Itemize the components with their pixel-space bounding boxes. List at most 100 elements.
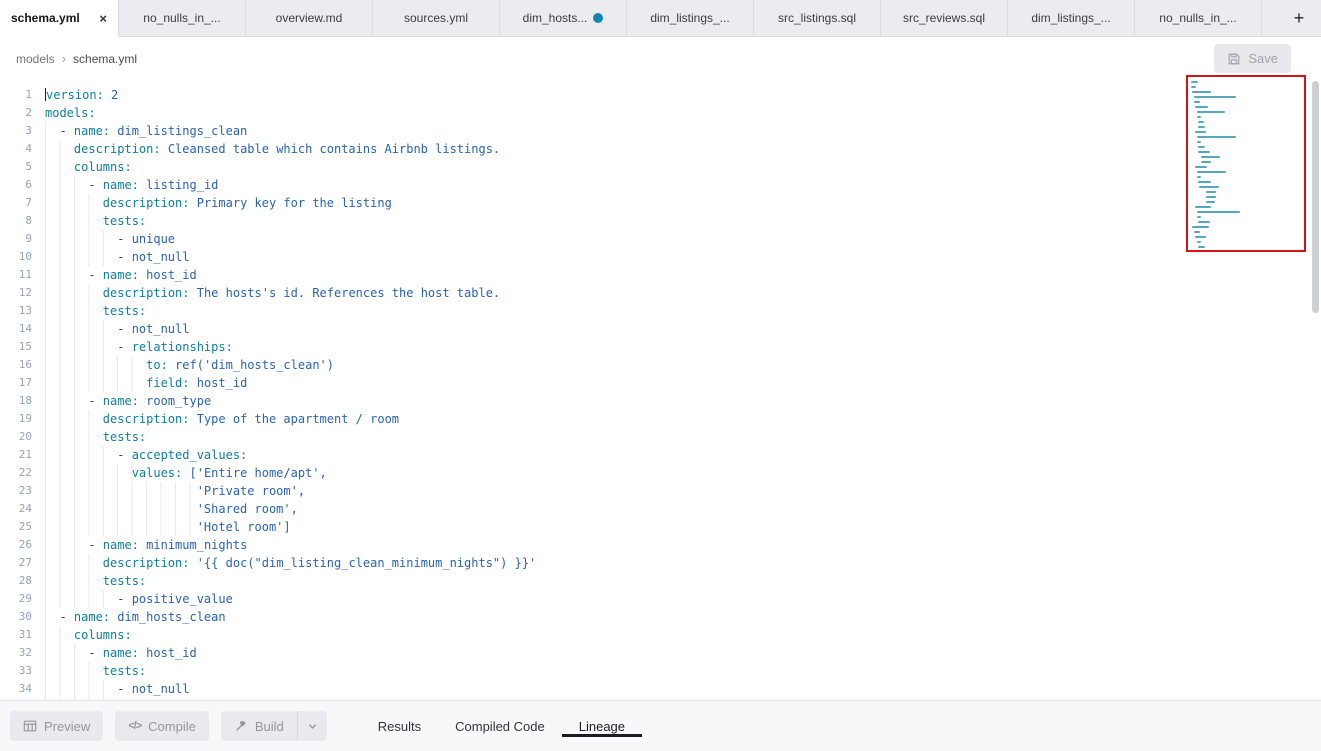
minimap-line — [1198, 151, 1210, 153]
indent-guides — [45, 122, 59, 140]
line-number: 27 — [0, 554, 45, 572]
line-number: 21 — [0, 446, 45, 464]
indent-guides — [45, 572, 103, 590]
indent-guides — [45, 248, 117, 266]
line-number: 15 — [0, 338, 45, 356]
line-number: 16 — [0, 356, 45, 374]
save-button-label: Save — [1248, 51, 1278, 66]
compile-button[interactable]: </> Compile — [115, 711, 209, 741]
indent-guides — [45, 536, 88, 554]
line-number: 22 — [0, 464, 45, 482]
minimap-line — [1191, 81, 1198, 83]
line-number: 14 — [0, 320, 45, 338]
build-options-button[interactable] — [298, 711, 327, 741]
line-number: 3 — [0, 122, 45, 140]
code-line: - name: listing_id — [45, 176, 1321, 194]
editor-tab[interactable]: dim_listings_... — [627, 0, 754, 36]
code-line: - unique — [45, 230, 1321, 248]
minimap-highlight[interactable] — [1186, 75, 1306, 252]
indent-guides — [45, 356, 146, 374]
bottom-toolbar-buttons: Preview </> Compile Build — [10, 701, 642, 751]
indent-guides — [45, 230, 117, 248]
minimap-line — [1198, 181, 1211, 183]
line-number: 33 — [0, 662, 45, 680]
minimap-lines — [1191, 81, 1301, 252]
editor-tab[interactable]: schema.yml × — [0, 0, 119, 37]
minimap-line — [1197, 171, 1227, 173]
editor-tab[interactable]: sources.yml — [373, 0, 500, 36]
line-number: 13 — [0, 302, 45, 320]
save-icon — [1227, 52, 1241, 66]
line-number: 19 — [0, 410, 45, 428]
editor-tab[interactable]: overview.md — [246, 0, 373, 36]
code-line: 'Private room', — [45, 482, 1321, 500]
save-button[interactable]: Save — [1214, 44, 1291, 73]
tab-label: dim_listings_... — [1031, 11, 1110, 25]
line-number: 4 — [0, 140, 45, 158]
breadcrumb-folder[interactable]: models — [16, 52, 55, 66]
code-line: tests: — [45, 212, 1321, 230]
breadcrumb-file: schema.yml — [73, 52, 137, 66]
minimap-line — [1195, 236, 1206, 238]
indent-guides — [45, 590, 117, 608]
bottom-tab-compiled-code[interactable]: Compiled Code — [438, 716, 562, 737]
code-line: values: ['Entire home/apt', — [45, 464, 1321, 482]
code-editor[interactable]: 1234567891011121314151617181920212223242… — [0, 80, 1321, 700]
editor-tab[interactable]: dim_listings_... — [1008, 0, 1135, 36]
code-line: - name: dim_hosts_clean — [45, 608, 1321, 626]
minimap-line — [1198, 146, 1205, 148]
preview-button-label: Preview — [44, 719, 90, 734]
code-line: - unique — [45, 698, 1321, 700]
editor-tab[interactable]: dim_hosts... — [500, 0, 627, 36]
code-line: columns: — [45, 626, 1321, 644]
minimap-line — [1198, 251, 1204, 252]
tab-label: src_listings.sql — [778, 11, 856, 25]
code-content[interactable]: version: 2models:- name: dim_listings_cl… — [45, 80, 1321, 700]
indent-guides — [45, 626, 74, 644]
line-number: 7 — [0, 194, 45, 212]
close-icon[interactable]: × — [99, 12, 107, 25]
editor-tab[interactable]: src_listings.sql — [754, 0, 881, 36]
editor-scrollbar[interactable] — [1312, 81, 1319, 313]
line-number: 12 — [0, 284, 45, 302]
minimap-line — [1197, 211, 1240, 213]
minimap-line — [1194, 96, 1236, 98]
indent-guides — [45, 698, 117, 700]
indent-guides — [45, 482, 197, 500]
code-line: - positive_value — [45, 590, 1321, 608]
line-number: 20 — [0, 428, 45, 446]
editor-tab[interactable]: no_nulls_in_... — [1135, 0, 1262, 36]
preview-button[interactable]: Preview — [10, 711, 103, 741]
indent-guides — [45, 194, 103, 212]
code-line: tests: — [45, 662, 1321, 680]
minimap-line — [1206, 201, 1215, 203]
bottom-tab-lineage[interactable]: Lineage — [562, 716, 642, 737]
line-number: 24 — [0, 500, 45, 518]
line-number: 8 — [0, 212, 45, 230]
build-button[interactable]: Build — [221, 711, 298, 741]
minimap-line — [1198, 126, 1205, 128]
bottom-toolbar: Preview </> Compile Build — [0, 700, 1321, 751]
minimap-line — [1197, 116, 1201, 118]
new-tab-button[interactable]: + — [1277, 0, 1321, 36]
indent-guides — [45, 500, 197, 518]
line-number: 35 — [0, 698, 45, 700]
code-line: description: Cleansed table which contai… — [45, 140, 1321, 158]
code-line: 'Hotel room'] — [45, 518, 1321, 536]
minimap-line — [1194, 231, 1200, 233]
minimap-line — [1198, 121, 1204, 123]
minimap-line — [1194, 101, 1200, 103]
line-number: 10 — [0, 248, 45, 266]
line-number: 1 — [0, 86, 45, 104]
code-line: - name: dim_listings_clean — [45, 122, 1321, 140]
bottom-tab-results[interactable]: Results — [361, 716, 438, 737]
minimap-line — [1195, 166, 1207, 168]
indent-guides — [45, 158, 74, 176]
minimap-line — [1191, 86, 1196, 88]
tab-label: schema.yml — [11, 11, 80, 25]
indent-guides — [45, 428, 103, 446]
build-split-button: Build — [221, 711, 327, 741]
indent-guides — [45, 680, 117, 698]
editor-tab[interactable]: no_nulls_in_... — [119, 0, 246, 36]
editor-tab[interactable]: src_reviews.sql — [881, 0, 1008, 36]
